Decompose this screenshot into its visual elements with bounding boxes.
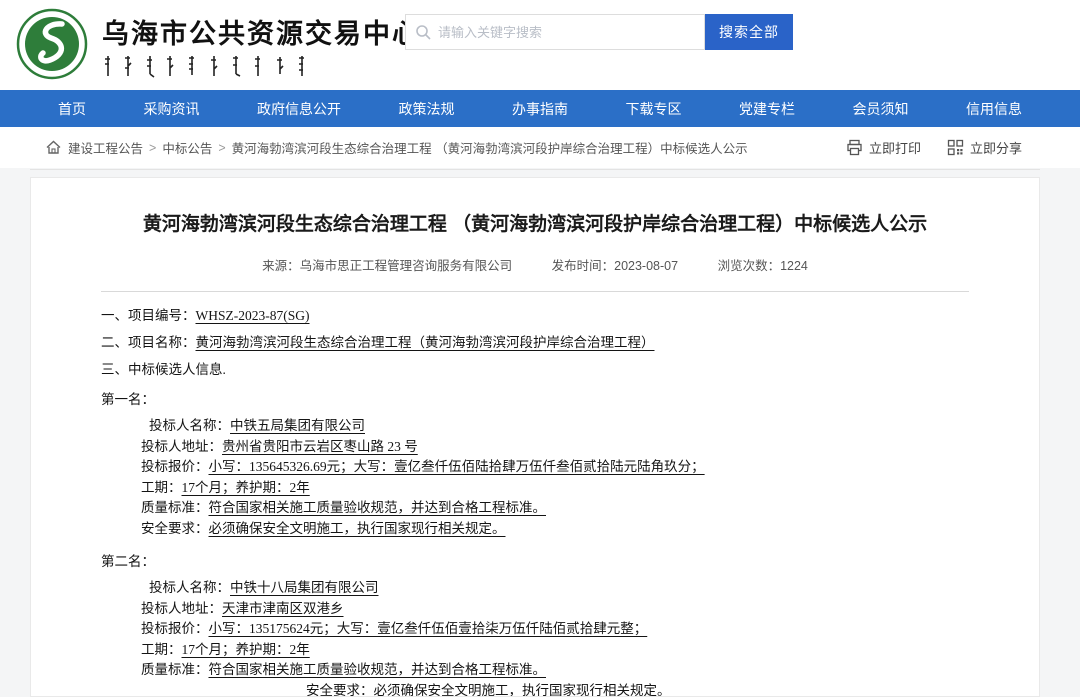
- search-input[interactable]: [405, 14, 705, 50]
- search-all-button[interactable]: 搜索全部: [705, 14, 793, 50]
- page-tools: 立即打印 立即分享: [846, 138, 1022, 157]
- meta-views: 浏览次数：1224: [718, 259, 808, 273]
- candidate-safety-value: 必须确保安全文明施工，执行国家现行相关规定。: [374, 683, 671, 697]
- announcement-card: 黄河海勃湾滨河段生态综合治理工程 （黄河海勃湾滨河段护岸综合治理工程）中标候选人…: [30, 177, 1040, 697]
- candidate-address-line: 投标人地址：天津市津南区双港乡: [141, 599, 969, 620]
- candidate-safety-line: 安全要求：必须确保安全文明施工，执行国家现行相关规定。: [141, 519, 969, 540]
- candidate-rank: 第一名：: [101, 388, 969, 412]
- share-button[interactable]: 立即分享: [947, 138, 1022, 157]
- candidate-block-2: 第二名： 投标人名称：中铁十八局集团有限公司 投标人地址：天津市津南区双港乡 投…: [101, 550, 969, 697]
- breadcrumb-item-construction-notices[interactable]: 建设工程公告: [68, 138, 143, 157]
- nav-item-policies[interactable]: 政策法规: [399, 99, 455, 119]
- candidate-rank: 第二名：: [101, 550, 969, 574]
- home-icon: [45, 139, 62, 156]
- project-name-line: 二、项目名称：黄河海勃湾滨河段生态综合治理工程（黄河海勃湾滨河段护岸综合治理工程…: [101, 329, 969, 356]
- candidate-quality-value: 符合国家相关施工质量验收规范，并达到合格工程标准。: [209, 662, 547, 677]
- candidate-quality-line: 质量标准：符合国家相关施工质量验收规范，并达到合格工程标准。: [141, 660, 969, 681]
- print-button[interactable]: 立即打印: [846, 138, 921, 157]
- project-number-line: 一、项目编号：WHSZ-2023-87(SG): [101, 302, 969, 329]
- nav-item-downloads[interactable]: 下载专区: [626, 99, 682, 119]
- print-label: 立即打印: [869, 138, 921, 157]
- candidate-address-value: 天津市津南区双港乡: [222, 601, 344, 616]
- site-header: 乌海市公共资源交易中心 搜索全部: [0, 0, 1080, 90]
- candidate-price-value: 小写：135645326.69元；大写：壹亿叁仟伍佰陆拾肆万伍仟叁佰贰拾陆元陆角…: [209, 459, 705, 474]
- candidate-quality-value: 符合国家相关施工质量验收规范，并达到合格工程标准。: [209, 500, 547, 515]
- breadcrumb: 建设工程公告 > 中标公告 > 黄河海勃湾滨河段生态综合治理工程 （黄河海勃湾滨…: [45, 138, 748, 157]
- nav-item-gov-info[interactable]: 政府信息公开: [257, 99, 341, 119]
- nav-item-credit-info[interactable]: 信用信息: [966, 99, 1022, 119]
- candidate-name-line: 投标人名称：中铁五局集团有限公司: [141, 416, 969, 437]
- project-name-value: 黄河海勃湾滨河段生态综合治理工程（黄河海勃湾滨河段护岸综合治理工程）: [196, 335, 655, 350]
- candidate-price-line: 投标报价：小写：135645326.69元；大写：壹亿叁仟伍佰陆拾肆万伍仟叁佰贰…: [141, 457, 969, 478]
- divider: [30, 169, 1040, 170]
- divider: [101, 291, 969, 292]
- candidate-price-line: 投标报价：小写：135175624元；大写：壹亿叁仟伍佰壹拾柒万伍仟陆佰贰拾肆元…: [141, 619, 969, 640]
- breadcrumb-separator: >: [149, 141, 156, 155]
- candidate-quality-line: 质量标准：符合国家相关施工质量验收规范，并达到合格工程标准。: [141, 498, 969, 519]
- nav-item-party-building[interactable]: 党建专栏: [739, 99, 795, 119]
- mongolian-script: [102, 54, 342, 78]
- page-title: 黄河海勃湾滨河段生态综合治理工程 （黄河海勃湾滨河段护岸综合治理工程）中标候选人…: [31, 212, 1039, 238]
- breadcrumb-separator: >: [218, 141, 225, 155]
- printer-icon: [846, 139, 863, 156]
- candidate-address-line: 投标人地址：贵州省贵阳市云岩区枣山路 23 号: [141, 437, 969, 458]
- breadcrumb-bar: 建设工程公告 > 中标公告 > 黄河海勃湾滨河段生态综合治理工程 （黄河海勃湾滨…: [0, 127, 1080, 168]
- candidate-duration-value: 17个月；养护期：2年: [182, 642, 310, 657]
- breadcrumb-item-current-page: 黄河海勃湾滨河段生态综合治理工程 （黄河海勃湾滨河段护岸综合治理工程）中标候选人…: [232, 138, 748, 157]
- article-body: 一、项目编号：WHSZ-2023-87(SG) 二、项目名称：黄河海勃湾滨河段生…: [101, 302, 969, 697]
- qr-code-icon: [947, 139, 964, 156]
- article-meta: 来源：乌海市思正工程管理咨询服务有限公司 发布时间：2023-08-07 浏览次…: [31, 255, 1039, 274]
- site-name: 乌海市公共资源交易中心: [102, 12, 421, 51]
- candidate-block-1: 第一名： 投标人名称：中铁五局集团有限公司 投标人地址：贵州省贵阳市云岩区枣山路…: [101, 388, 969, 539]
- candidate-duration-line: 工期：17个月；养护期：2年: [141, 478, 969, 499]
- project-number-value: WHSZ-2023-87(SG): [196, 308, 310, 323]
- candidate-duration-value: 17个月；养护期：2年: [182, 480, 310, 495]
- meta-source: 来源：乌海市思正工程管理咨询服务有限公司: [262, 259, 512, 273]
- candidate-safety-line: 安全要求：必须确保安全文明施工，执行国家现行相关规定。: [306, 681, 969, 697]
- candidate-name-line: 投标人名称：中铁十八局集团有限公司: [141, 578, 969, 599]
- candidate-safety-value: 必须确保安全文明施工，执行国家现行相关规定。: [209, 521, 506, 536]
- brand-block: 乌海市公共资源交易中心: [102, 12, 421, 83]
- candidate-address-value: 贵州省贵阳市云岩区枣山路 23 号: [222, 439, 418, 454]
- search-area: 搜索全部: [405, 14, 793, 50]
- meta-publish-date: 发布时间：2023-08-07: [552, 259, 678, 273]
- nav-item-home[interactable]: 首页: [58, 99, 86, 119]
- main-nav: 首页 采购资讯 政府信息公开 政策法规 办事指南 下载专区 党建专栏 会员须知 …: [0, 90, 1080, 127]
- share-label: 立即分享: [970, 138, 1022, 157]
- breadcrumb-item-award-notices[interactable]: 中标公告: [162, 138, 212, 157]
- nav-item-guide[interactable]: 办事指南: [512, 99, 568, 119]
- nav-item-procurement-news[interactable]: 采购资讯: [144, 99, 200, 119]
- candidate-duration-line: 工期：17个月；养护期：2年: [141, 640, 969, 661]
- candidate-name-value: 中铁十八局集团有限公司: [230, 580, 379, 595]
- candidates-heading: 三、中标候选人信息.: [101, 356, 969, 383]
- search-icon: [415, 24, 431, 40]
- candidate-name-value: 中铁五局集团有限公司: [230, 418, 365, 433]
- nav-item-member-notice[interactable]: 会员须知: [853, 99, 909, 119]
- site-logo-icon: [16, 8, 88, 80]
- candidate-price-value: 小写：135175624元；大写：壹亿叁仟伍佰壹拾柒万伍仟陆佰贰拾肆元整；: [209, 621, 648, 636]
